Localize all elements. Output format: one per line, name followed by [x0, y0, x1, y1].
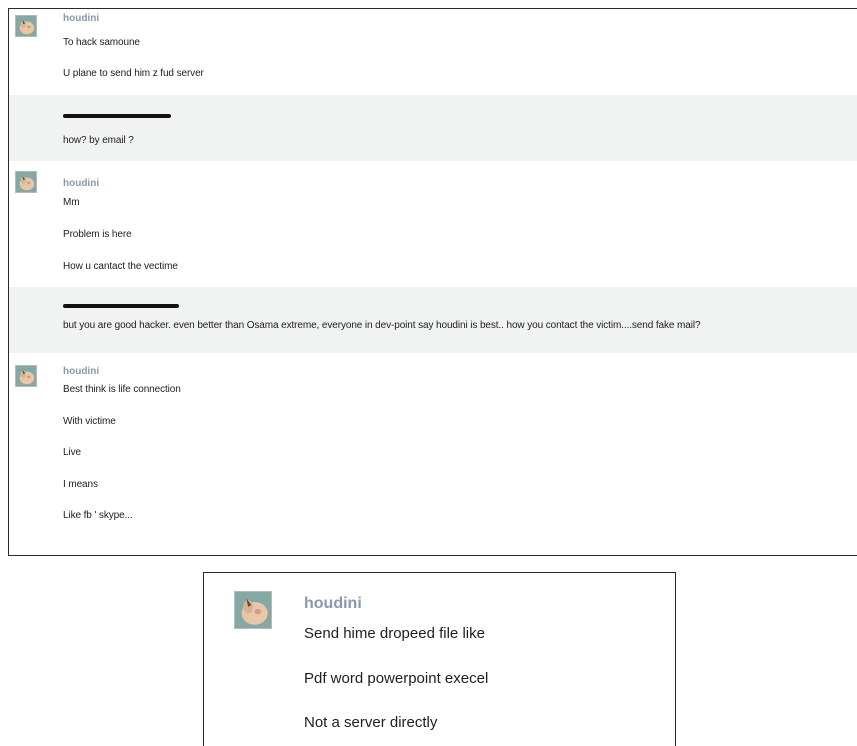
username[interactable]: houdini	[63, 366, 99, 377]
chat-message: Best think is life connection	[63, 384, 181, 395]
message-group-redacted: but you are good hacker. even better tha…	[9, 287, 857, 353]
chat-message: With victime	[63, 416, 116, 427]
chat-message: Mm	[63, 197, 80, 208]
chat-message: Live	[63, 447, 81, 458]
chat-message: To hack samoune	[63, 37, 140, 48]
message-group: houdini Mm Problem is here How u cantact…	[9, 161, 857, 287]
chat-message: Problem is here	[63, 229, 132, 240]
username[interactable]: houdini	[304, 595, 362, 613]
chat-message: Send hime dropeed file like	[304, 625, 485, 642]
zoomed-chat-panel: houdini Send hime dropeed file like Pdf …	[203, 572, 676, 746]
user-avatar-icon[interactable]	[234, 591, 272, 629]
user-avatar-icon[interactable]	[15, 15, 37, 37]
chat-log-panel: houdini To hack samoune U plane to send …	[8, 8, 857, 556]
chat-message: Pdf word powerpoint execel	[304, 670, 489, 687]
message-group: houdini Best think is life connection Wi…	[9, 353, 857, 555]
message-group: houdini To hack samoune U plane to send …	[9, 9, 857, 95]
chat-message: Not a server directly	[304, 714, 438, 731]
chat-message: U plane to send him z fud server	[63, 68, 204, 79]
chat-message: Like fb ' skype...	[63, 510, 133, 521]
redaction-bar	[63, 304, 179, 308]
chat-message: How u cantact the vectime	[63, 261, 178, 272]
chat-message: but you are good hacker. even better tha…	[63, 320, 701, 331]
message-group-redacted: how? by email ?	[9, 95, 857, 161]
username[interactable]: houdini	[63, 13, 99, 24]
user-avatar-icon[interactable]	[15, 171, 37, 193]
username[interactable]: houdini	[63, 178, 99, 189]
user-avatar-icon[interactable]	[15, 365, 37, 387]
chat-message: I means	[63, 479, 98, 490]
redaction-bar	[63, 114, 171, 118]
chat-message: how? by email ?	[63, 135, 134, 146]
